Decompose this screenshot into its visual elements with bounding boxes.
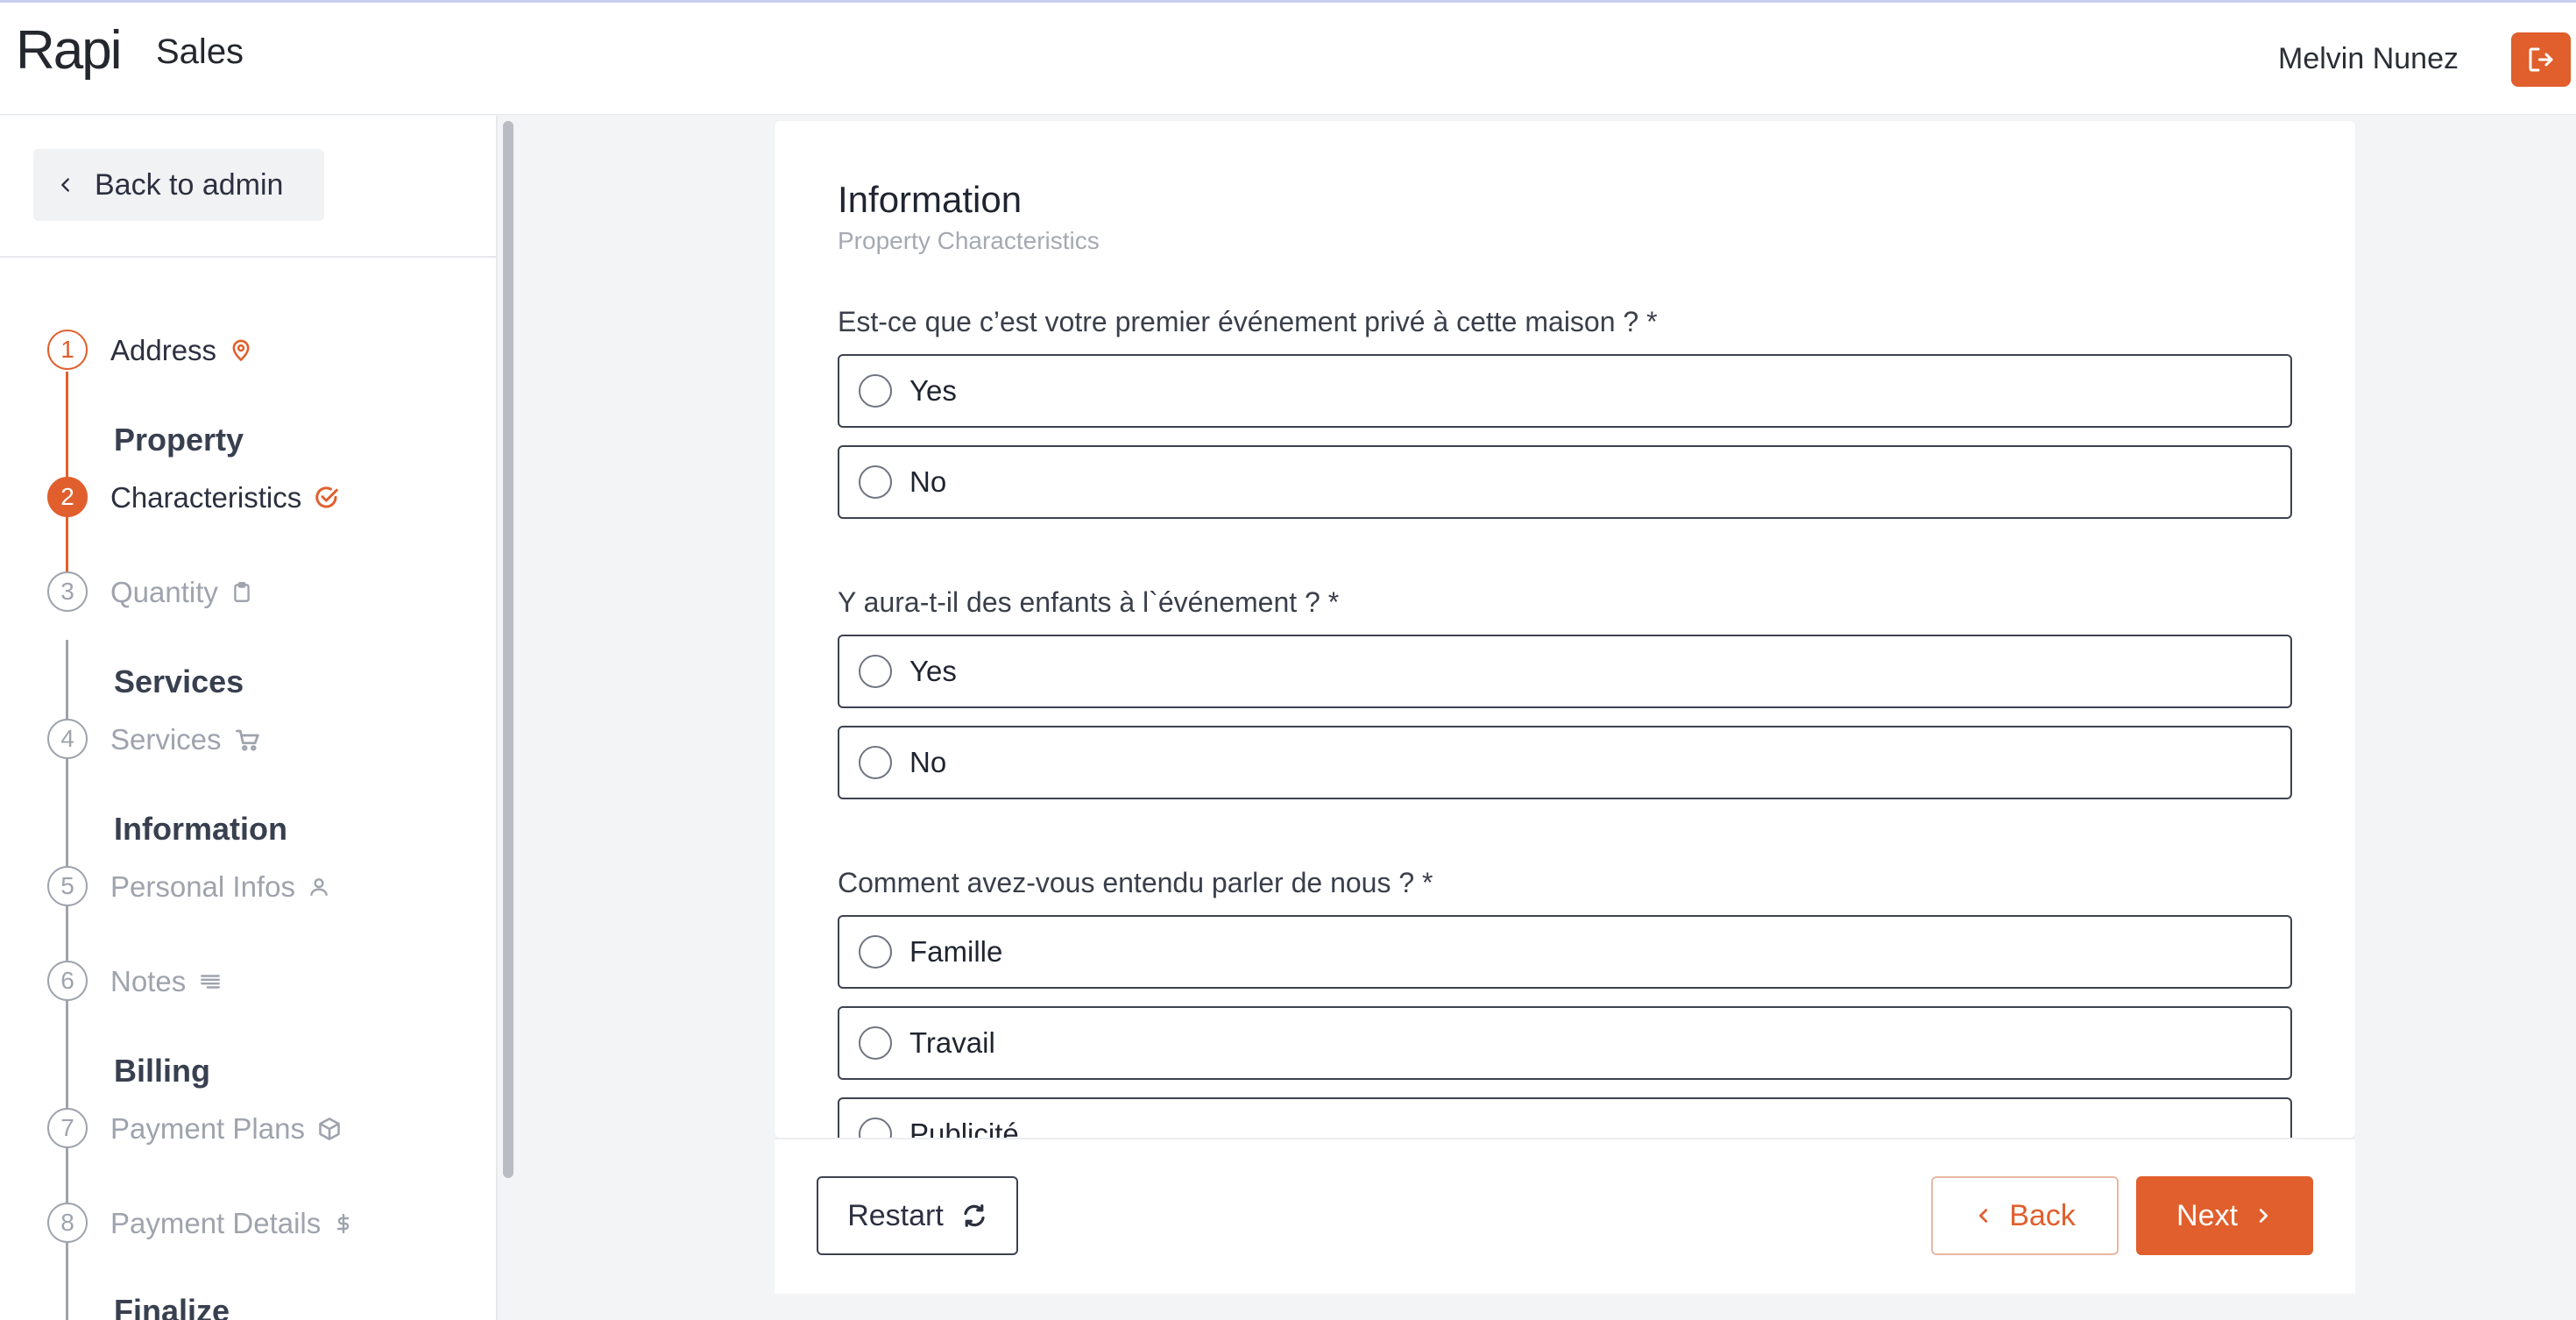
box-icon bbox=[319, 1118, 340, 1140]
form-footer: Restart Back Next bbox=[775, 1138, 2355, 1294]
user-name: Melvin Nunez bbox=[2278, 42, 2459, 75]
app-header: Rapi Sales Melvin Nunez bbox=[0, 3, 2576, 115]
steps-sidebar: Back to admin 1 Address Property 2 Chara… bbox=[0, 116, 498, 1320]
sidebar-item-label: Personal Infos bbox=[110, 870, 295, 903]
cart-icon bbox=[235, 729, 259, 751]
sidebar-item-payment-details[interactable]: Payment Details bbox=[110, 1204, 354, 1243]
lines-icon bbox=[201, 975, 221, 989]
option-label: Publicité bbox=[909, 1118, 1019, 1138]
page-subtitle: Property Characteristics bbox=[838, 227, 1100, 254]
group-title-information: Information bbox=[114, 811, 287, 847]
sidebar-item-label: Payment Details bbox=[110, 1207, 322, 1239]
radio-button[interactable] bbox=[859, 374, 892, 408]
group-title-property: Property bbox=[114, 422, 244, 458]
page-title: Information bbox=[838, 179, 1023, 220]
step-number-5: 5 bbox=[47, 866, 88, 906]
sidebar-item-label: Notes bbox=[110, 965, 187, 997]
question-label: Comment avez-vous entendu parler de nous… bbox=[838, 867, 1433, 898]
option-label: No bbox=[909, 465, 947, 498]
option-label: Yes bbox=[909, 374, 957, 407]
dollar-icon bbox=[337, 1213, 350, 1234]
radio-button[interactable] bbox=[859, 935, 892, 969]
back-button[interactable]: Back bbox=[1931, 1176, 2119, 1255]
sidebar-item-label: Payment Plans bbox=[110, 1112, 305, 1145]
question-label: Est-ce que c’est votre premier événement… bbox=[838, 306, 1658, 337]
logout-icon bbox=[2529, 47, 2553, 72]
option-no[interactable]: No bbox=[838, 726, 2292, 799]
sidebar-item-label: Quantity bbox=[110, 576, 218, 608]
step-number-3: 3 bbox=[47, 571, 88, 612]
check-circle-icon bbox=[315, 486, 338, 508]
group-title-billing: Billing bbox=[114, 1053, 210, 1089]
step-number-8: 8 bbox=[47, 1203, 88, 1243]
step-number-2: 2 bbox=[47, 477, 88, 517]
sidebar-item-label: Characteristics bbox=[110, 481, 302, 514]
radio-button[interactable] bbox=[859, 655, 892, 688]
step-number-1: 1 bbox=[47, 330, 88, 370]
form-card: Information Property Characteristics Est… bbox=[775, 121, 2355, 1138]
sidebar-item-payment-plans[interactable]: Payment Plans bbox=[110, 1110, 342, 1148]
group-title-finalize: Finalize bbox=[114, 1293, 230, 1320]
sidebar-item-characteristics[interactable]: Characteristics bbox=[110, 479, 340, 517]
clipboard-icon bbox=[234, 581, 250, 602]
chevron-left-icon bbox=[1979, 1209, 1988, 1223]
sidebar-item-label: Address bbox=[110, 334, 217, 366]
option-yes[interactable]: Yes bbox=[838, 354, 2292, 428]
refresh-icon bbox=[964, 1204, 985, 1227]
user-icon bbox=[310, 878, 328, 896]
group-title-services: Services bbox=[114, 664, 244, 699]
step-number-6: 6 bbox=[47, 961, 88, 1001]
sidebar-item-notes[interactable]: Notes bbox=[110, 962, 223, 1001]
sidebar-item-personal-infos[interactable]: Personal Infos bbox=[110, 868, 330, 906]
option-publicite[interactable]: Publicité bbox=[838, 1097, 2292, 1138]
sidebar-item-address[interactable]: Address bbox=[110, 331, 253, 370]
restart-label: Restart bbox=[847, 1198, 944, 1232]
step-number-4: 4 bbox=[47, 719, 88, 759]
chevron-left-icon bbox=[61, 178, 69, 192]
app-logo: Rapi bbox=[16, 20, 123, 81]
app-title: Sales bbox=[156, 32, 244, 71]
back-to-admin-button[interactable]: Back to admin bbox=[33, 149, 324, 221]
step-connector-done bbox=[66, 372, 68, 580]
next-label: Next bbox=[2176, 1198, 2238, 1232]
logout-button[interactable] bbox=[2511, 32, 2571, 87]
back-label: Back bbox=[2009, 1198, 2076, 1232]
option-yes[interactable]: Yes bbox=[838, 635, 2292, 708]
option-travail[interactable]: Travail bbox=[838, 1006, 2292, 1080]
option-no[interactable]: No bbox=[838, 445, 2292, 519]
step-number-7: 7 bbox=[47, 1108, 88, 1148]
sidebar-divider bbox=[0, 256, 498, 258]
map-pin-icon bbox=[232, 339, 250, 362]
option-label: Yes bbox=[909, 655, 957, 687]
sidebar-item-quantity[interactable]: Quantity bbox=[110, 573, 253, 612]
radio-button[interactable] bbox=[859, 465, 892, 499]
restart-button[interactable]: Restart bbox=[817, 1176, 1018, 1255]
radio-button[interactable] bbox=[859, 1026, 892, 1060]
option-famille[interactable]: Famille bbox=[838, 915, 2292, 989]
option-label: Travail bbox=[909, 1026, 995, 1059]
radio-button[interactable] bbox=[859, 746, 892, 779]
sidebar-scrollbar[interactable] bbox=[503, 121, 513, 1178]
sidebar-item-services[interactable]: Services bbox=[110, 720, 262, 759]
next-button[interactable]: Next bbox=[2136, 1176, 2313, 1255]
option-label: No bbox=[909, 746, 947, 778]
option-label: Famille bbox=[909, 935, 1003, 968]
sidebar-item-label: Services bbox=[110, 723, 222, 756]
question-label: Y aura-t-il des enfants à l`événement ? … bbox=[838, 586, 1340, 618]
back-to-admin-label: Back to admin bbox=[95, 167, 284, 202]
chevron-right-icon bbox=[2259, 1209, 2268, 1223]
radio-button[interactable] bbox=[859, 1118, 892, 1138]
